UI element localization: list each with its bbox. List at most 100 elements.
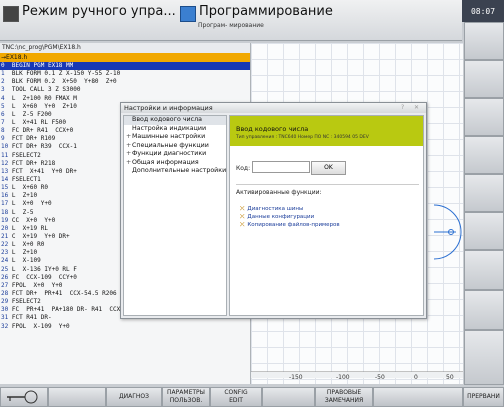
line-text: L Z+100 R0 FMAX M — [4, 94, 77, 102]
softkey-interrupt-label: ПРЕРВАНИ — [467, 393, 500, 400]
softkey-params[interactable]: ПАРАМЕТРЫ ПОЛЬЗОВ. — [162, 387, 210, 407]
line-text: FCT DR+ R39 CCX-1 — [8, 143, 77, 151]
ruler-label-4: 0 — [414, 374, 418, 381]
program-line[interactable]: 1 BLK FORM 0.1 Z X-150 Y-55 Z-10 — [0, 70, 250, 78]
code-input[interactable] — [252, 161, 310, 173]
softkey-logo[interactable] — [0, 387, 48, 407]
code-header-band: Ввод кодового числа Тип управления : TNC… — [230, 116, 423, 146]
close-icon[interactable]: ✕ — [414, 104, 419, 111]
file-tab[interactable]: →EX18.h — [0, 53, 250, 62]
tree-item-label: Общая информация — [132, 158, 199, 166]
line-text: L X+60 Y+0 Z+10 — [4, 102, 77, 110]
line-text: FSELECT2 — [8, 298, 41, 306]
softkey-config-edit[interactable]: CONFIG EDIT — [210, 387, 262, 407]
programming-mode-icon — [180, 6, 196, 22]
function-label: Диагностика шины — [247, 206, 304, 212]
softkey-config-line2: EDIT — [229, 397, 243, 404]
line-text: BLK FORM 0.2 X+50 Y+80 Z+0 — [4, 78, 117, 86]
mode-programming[interactable]: Программирование Програм- мирование — [180, 4, 380, 36]
divider — [236, 184, 419, 185]
code-header-title: Ввод кодового числа — [236, 125, 309, 133]
line-text: L X-109 — [8, 257, 41, 265]
softkey-params-line1: ПАРАМЕТРЫ — [167, 389, 205, 396]
softkey-empty-2[interactable] — [262, 387, 315, 407]
tree-item[interactable]: +Машинные настройки — [124, 133, 226, 142]
line-text: L Z+10 — [8, 249, 38, 257]
settings-tree[interactable]: Ввод кодового числа Настройка индикации +М… — [123, 115, 227, 316]
program-line[interactable]: 2 BLK FORM 0.2 X+50 Y+80 Z+0 — [0, 78, 250, 86]
machine-mode-icon — [3, 6, 19, 22]
settings-dialog: Настройки и информация ? ✕ Ввод кодового… — [120, 102, 427, 319]
softkey-empty-1[interactable] — [48, 387, 106, 407]
tree-item[interactable]: Настройка индикации — [124, 125, 226, 134]
ruler-label-2: -100 — [336, 374, 350, 381]
activated-function[interactable]: ⤫ Данные конфигурации — [240, 213, 415, 221]
activated-function[interactable]: ⤫ Копирование файлов-примеров — [240, 221, 415, 229]
function-icon: ⤫ — [240, 222, 245, 228]
line-text: L X+19 RL — [8, 224, 48, 232]
tree-item-label: Ввод кодового числа — [132, 116, 202, 123]
line-text: BEGIN PGM EX18 MM — [4, 62, 74, 69]
line-text: L X+0 R0 — [8, 241, 45, 249]
line-text: L X-136 IY+0 RL F — [8, 265, 77, 273]
tree-item[interactable]: +Общая информация — [124, 159, 226, 168]
softkey-legal-line1: ПРАВОВЫЕ — [326, 389, 362, 396]
line-text: FSELECT2 — [8, 151, 41, 159]
function-label: Данные конфигурации — [247, 214, 315, 220]
dialog-title: Настройки и информация — [121, 103, 426, 113]
softkey-diag-label: ДИАГНОЗ — [118, 393, 150, 400]
ruler-label-3: -50 — [375, 374, 385, 381]
right-softkey-8[interactable] — [464, 290, 504, 330]
right-softkey-3[interactable] — [464, 98, 504, 136]
program-line[interactable]: 3 TOOL CALL 3 Z S3000 — [0, 86, 250, 94]
line-text: FPOL X+0 Y+0 — [8, 281, 63, 289]
softkey-config-line1: CONFIG — [224, 389, 248, 396]
tree-item-label: Настройка индикации — [132, 124, 207, 132]
line-text: FCT DR+ R218 — [8, 159, 56, 167]
right-softkey-9[interactable] — [464, 330, 504, 385]
line-text: FC CCX-109 CCY+0 — [8, 273, 77, 281]
tree-item[interactable]: +Функции диагностики — [124, 150, 226, 159]
softkey-params-line2: ПОЛЬЗОВ. — [169, 397, 203, 404]
softkey-diag[interactable]: ДИАГНОЗ — [106, 387, 162, 407]
softkey-interrupt[interactable]: ПРЕРВАНИ — [463, 387, 504, 407]
softkey-legal[interactable]: ПРАВОВЫЕ ЗАМЕЧАНИЯ — [315, 387, 373, 407]
program-line[interactable]: 32 FPOL X-109 Y+0 — [0, 323, 250, 331]
softkey-empty-3[interactable] — [373, 387, 463, 407]
right-softkey-2[interactable] — [464, 60, 504, 98]
right-softkey-1[interactable] — [464, 22, 504, 60]
right-softkey-6[interactable] — [464, 212, 504, 250]
clock: 08:07 — [462, 0, 504, 22]
right-softkey-5[interactable] — [464, 174, 504, 212]
tree-item-label: Специальные функции — [132, 141, 209, 149]
tree-item[interactable]: +Специальные функции — [124, 142, 226, 151]
ruler-label-5: 50 — [446, 374, 454, 381]
right-softkey-4[interactable] — [464, 136, 504, 174]
activated-function[interactable]: ⤫ Диагностика шины — [240, 205, 415, 213]
line-text: L X+60 R0 — [8, 184, 48, 192]
mode-manual[interactable]: Режим ручного упра... — [3, 4, 176, 36]
ok-button[interactable]: OK — [311, 161, 346, 175]
line-text: FCT DR+ R109 — [4, 135, 56, 143]
line-text: L X+0 Y+0 — [8, 200, 52, 208]
code-header-sub: Тип управления : TNC640 Номер ПО NC : 34… — [236, 135, 369, 140]
softkey-legal-line2: ЗАМЕЧАНИЯ — [324, 397, 364, 404]
line-text: FCT R41 DR- — [8, 314, 52, 322]
mode-manual-label: Режим ручного упра... — [22, 4, 176, 19]
tree-item[interactable]: Ввод кодового числа — [124, 116, 226, 125]
program-line[interactable]: 0 BEGIN PGM EX18 MM — [0, 62, 250, 71]
right-softkey-7[interactable] — [464, 250, 504, 290]
line-text: C X+19 Y+0 DR+ — [8, 232, 70, 240]
line-text: FCT DR+ PR+41 CCX-54.5 R206 — [8, 289, 117, 297]
tree-item[interactable]: Дополнительные настройки — [124, 167, 226, 176]
activated-title: Активированные функции: — [236, 189, 322, 196]
tree-item-label: Функции диагностики — [132, 150, 207, 157]
line-text: L Z-5 F200 — [4, 110, 52, 118]
line-text: TOOL CALL 3 Z S3000 — [4, 86, 81, 94]
line-text: CC X+0 Y+0 — [8, 216, 56, 224]
line-text: FCT X+41 Y+0 DR+ — [8, 167, 77, 175]
mode-programming-sub: Програм- мирование — [198, 22, 264, 29]
help-icon[interactable]: ? — [401, 104, 404, 111]
file-path: TNC:\nc_prog\PGM\EX18.h — [0, 43, 250, 53]
line-text: FC DR+ R41 CCX+0 — [4, 127, 74, 135]
